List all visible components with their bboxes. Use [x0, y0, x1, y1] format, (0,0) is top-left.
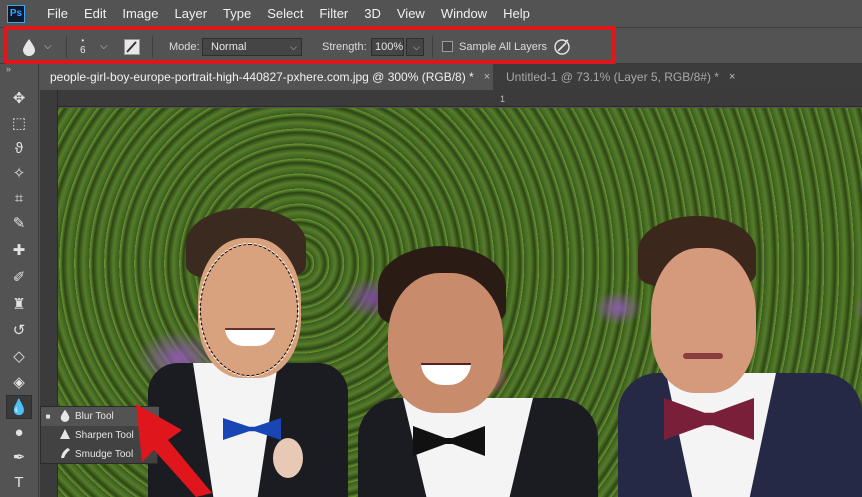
flyout-item-label: Blur Tool [75, 411, 114, 422]
dodge-tool-icon: ● [14, 423, 24, 441]
history-brush-tool[interactable]: ↺ [6, 318, 32, 342]
brush-size-value: 6 [80, 45, 86, 56]
tab-document-1[interactable]: people-girl-boy-europe-portrait-high-440… [40, 64, 493, 90]
menu-3d[interactable]: 3D [356, 0, 389, 27]
brush-tool-icon: ✐ [12, 269, 26, 286]
brush-panel-icon [124, 38, 140, 55]
crop-tool-icon: ⌗ [14, 189, 24, 207]
blur-drop-icon [23, 38, 35, 56]
close-icon[interactable]: × [484, 71, 490, 83]
blur-tool-icon: 💧 [9, 399, 29, 416]
strength-input[interactable]: 100% [371, 37, 404, 56]
mode-select[interactable]: Normal ⌵ [202, 37, 302, 56]
flyout-item-label: Sharpen Tool [75, 430, 134, 441]
eraser-tool[interactable]: ◇ [6, 344, 32, 368]
type-tool[interactable]: T [6, 470, 32, 494]
ruler-tick-label: 1 [500, 94, 506, 104]
menu-filter[interactable]: Filter [311, 0, 356, 27]
selected-indicator-icon: ■ [45, 412, 51, 421]
clone-stamp-tool[interactable]: ♜ [6, 292, 32, 316]
sample-all-layers-label: Sample All Layers [459, 40, 548, 53]
menu-layer[interactable]: Layer [167, 0, 216, 27]
person-right-mouth [683, 353, 723, 359]
move-tool[interactable]: ✥ [6, 86, 32, 110]
divider [432, 36, 433, 58]
pen-tool[interactable]: ✒ [6, 445, 32, 469]
menu-type[interactable]: Type [215, 0, 259, 27]
menu-file[interactable]: File [39, 0, 76, 27]
sharpen-triangle-icon [55, 428, 75, 443]
mode-value: Normal [211, 40, 247, 53]
menu-select[interactable]: Select [259, 0, 311, 27]
pressure-strength-button[interactable] [553, 28, 571, 65]
blur-tool[interactable]: 💧 [6, 395, 32, 419]
document-tabs: people-girl-boy-europe-portrait-high-440… [40, 64, 862, 90]
type-tool-icon: T [14, 473, 24, 491]
magic-wand-tool[interactable]: ✧ [6, 161, 32, 185]
divider [66, 36, 67, 58]
horizontal-ruler[interactable] [58, 90, 862, 107]
chevron-down-icon: ⌵ [413, 41, 420, 52]
menu-view[interactable]: View [389, 0, 433, 27]
smudge-finger-icon [55, 447, 75, 462]
paint-bucket-tool[interactable]: ◈ [6, 370, 32, 394]
chevron-down-icon: ⌵ [290, 41, 297, 52]
menu-bar: Ps File Edit Image Layer Type Select Fil… [0, 0, 862, 27]
boutonniere [273, 438, 303, 478]
brush-tool[interactable]: ✐ [6, 265, 32, 289]
lasso-tool[interactable]: ϑ [6, 136, 32, 160]
eyedropper-tool-icon: ✎ [12, 215, 26, 232]
lasso-tool-icon: ϑ [14, 139, 24, 157]
healing-brush-tool-icon: ✚ [12, 242, 26, 259]
marquee-tool-icon: ⬚ [11, 115, 27, 132]
divider [152, 36, 153, 58]
chevron-down-icon: ⌵ [44, 41, 52, 52]
close-icon[interactable]: × [729, 71, 735, 83]
mode-label: Mode: [169, 40, 200, 53]
magic-wand-tool-icon: ✧ [12, 165, 26, 182]
pen-tool-icon: ✒ [12, 449, 26, 466]
clone-stamp-tool-icon: ♜ [12, 296, 26, 313]
person-right-face [651, 248, 756, 393]
eraser-tool-icon: ◇ [13, 348, 25, 365]
tool-preset-picker[interactable]: ⌵ [22, 28, 52, 65]
marquee-tool[interactable]: ⬚ [6, 111, 32, 135]
eyedropper-tool[interactable]: ✎ [6, 211, 32, 235]
menu-window[interactable]: Window [433, 0, 495, 27]
sample-all-layers-checkbox[interactable] [442, 41, 453, 52]
strength-label: Strength: [322, 40, 367, 53]
blur-drop-icon [55, 409, 75, 425]
flyout-item-label: Smudge Tool [75, 449, 134, 460]
person-middle-face [388, 273, 503, 413]
options-bar: ⌵ • 6 ⌵ Mode: Normal ⌵ Strength: 100% ⌵ … [0, 27, 862, 64]
pressure-icon [554, 38, 570, 55]
crop-tool[interactable]: ⌗ [6, 186, 32, 210]
strength-value: 100% [375, 40, 404, 53]
menu-image[interactable]: Image [114, 0, 166, 27]
tab-label: people-girl-boy-europe-portrait-high-440… [50, 70, 474, 84]
menu-edit[interactable]: Edit [76, 0, 114, 27]
panel-collapse-icon[interactable]: » [0, 64, 38, 74]
red-arrow-annotation [136, 404, 212, 497]
photoshop-logo-icon: Ps [7, 4, 25, 23]
brush-dot-icon: • [81, 36, 85, 45]
healing-brush-tool[interactable]: ✚ [6, 238, 32, 262]
brush-size-picker[interactable]: • 6 [80, 28, 86, 65]
chevron-down-icon: ⌵ [100, 41, 108, 52]
brush-settings-button[interactable] [124, 28, 140, 65]
tab-document-2[interactable]: Untitled-1 @ 73.1% (Layer 5, RGB/8#) * × [496, 64, 736, 90]
paint-bucket-tool-icon: ◈ [13, 374, 25, 391]
menu-help[interactable]: Help [495, 0, 538, 27]
history-brush-tool-icon: ↺ [12, 322, 26, 339]
dodge-tool[interactable]: ● [6, 420, 32, 444]
tab-label: Untitled-1 @ 73.1% (Layer 5, RGB/8#) * [506, 70, 719, 84]
strength-slider-button[interactable]: ⌵ [406, 37, 424, 56]
move-tool-icon: ✥ [12, 90, 26, 107]
face-selection-marquee[interactable] [199, 243, 299, 377]
sample-all-layers-toggle[interactable]: Sample All Layers [442, 28, 547, 65]
brush-chevron[interactable]: ⌵ [100, 28, 108, 65]
